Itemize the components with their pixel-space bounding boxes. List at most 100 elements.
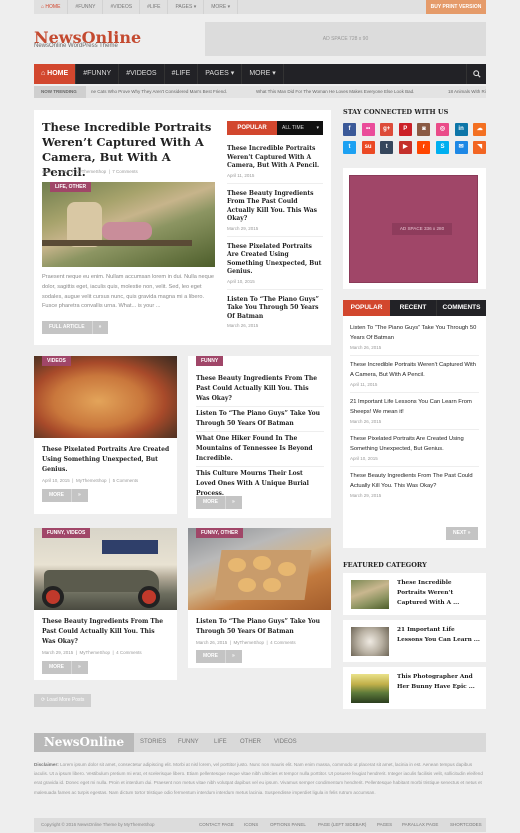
youtube-icon[interactable]: ▶ (398, 141, 412, 154)
bottom-link[interactable]: OPTIONS PANEL (270, 818, 306, 832)
featured-image[interactable] (42, 182, 215, 267)
list-item[interactable]: Listen To “The Piano Guys” Take You Thro… (196, 406, 324, 431)
trending-item[interactable]: 18 Animals With Ri (448, 86, 486, 98)
post-image[interactable] (34, 356, 177, 438)
reddit-icon[interactable]: r (417, 141, 431, 154)
topbar-life[interactable]: #LIFE (140, 0, 169, 14)
buy-print-button[interactable]: BUY PRINT VERSION (426, 0, 486, 14)
email-icon[interactable]: ✉ (454, 141, 468, 154)
post-title[interactable]: These Beauty Ingredients From The Past C… (42, 617, 170, 647)
tab-comments[interactable]: COMMENTS (437, 300, 486, 316)
category-badge[interactable]: LIFE, OTHER (50, 182, 92, 192)
bottom-link[interactable]: PAGES (377, 818, 392, 832)
twitter-icon[interactable]: t (343, 141, 356, 154)
stumbleupon-icon[interactable]: su (361, 141, 375, 154)
footer-link[interactable]: STORIES (140, 733, 166, 752)
ad-banner-top[interactable]: AD SPACE 728 x 90 (205, 22, 486, 56)
time-filter-select[interactable]: ALL TIME ▾ (277, 121, 323, 135)
instagram-icon[interactable]: ◙ (417, 123, 431, 136)
featured-item-title[interactable]: These Incredible Portraits Weren’t Captu… (397, 578, 481, 608)
bottom-link[interactable]: PARALLAX PAGE (402, 818, 438, 832)
nav-more[interactable]: MORE ▾ (242, 64, 284, 84)
soundcloud-icon[interactable]: ☁ (473, 123, 487, 136)
main-nav: ⌂ HOME #FUNNY #VIDEOS #LIFE PAGES ▾ MORE… (34, 64, 486, 84)
image-sign (102, 540, 158, 554)
flickr-icon[interactable]: •• (361, 123, 375, 136)
skype-icon[interactable]: S (436, 141, 449, 154)
popular-item[interactable]: These Beauty Ingredients From The Past C… (227, 182, 323, 236)
tab-recent[interactable]: RECENT (390, 300, 437, 316)
nav-funny[interactable]: #FUNNY (76, 64, 120, 84)
search-icon (472, 70, 481, 78)
category-badge[interactable]: FUNNY (196, 356, 224, 366)
footer-link[interactable]: OTHER (240, 733, 261, 752)
popular-tab[interactable]: POPULAR (227, 121, 277, 135)
nav-home[interactable]: ⌂ HOME (34, 64, 77, 84)
popular-item[interactable]: These Incredible Portraits Weren't Captu… (227, 145, 323, 183)
nav-videos[interactable]: #VIDEOS (119, 64, 165, 84)
nav-pages[interactable]: PAGES ▾ (198, 64, 243, 84)
list-item[interactable]: These Pixelated Portraits Are Created Us… (350, 429, 479, 466)
bottom-link[interactable]: ICONS (244, 818, 258, 832)
footer-link[interactable]: VIDEOS (274, 733, 297, 752)
category-badge[interactable]: FUNNY, OTHER (196, 528, 243, 538)
next-button[interactable]: NEXT » (446, 527, 478, 540)
featured-category-item[interactable]: 21 Important Life Lessons You Can Learn … (343, 620, 486, 662)
popular-item[interactable]: These Pixelated Portraits Are Created Us… (227, 235, 323, 289)
thumbnail[interactable] (351, 627, 389, 656)
more-button[interactable]: MORE» (196, 496, 242, 509)
post-image[interactable] (34, 528, 177, 610)
list-item[interactable]: These Beauty Ingredients From The Past C… (350, 466, 479, 503)
topbar-pages[interactable]: PAGES ▾ (168, 0, 205, 14)
google-plus-icon[interactable]: g+ (380, 123, 394, 136)
bottom-link[interactable]: SHORTCODES (450, 818, 482, 832)
bottom-link[interactable]: CONTACT PAGE (199, 818, 234, 832)
thumbnail[interactable] (351, 580, 389, 609)
topbar-videos[interactable]: #VIDEOS (103, 0, 141, 14)
list-item[interactable]: Listen To “The Piano Guys” Take You Thro… (350, 324, 479, 355)
list-item[interactable]: These Incredible Portraits Weren't Captu… (350, 355, 479, 392)
post-image[interactable] (188, 528, 331, 610)
list-item[interactable]: These Beauty Ingredients From The Past C… (196, 374, 324, 406)
load-more-button[interactable]: ⟳ Load More Posts (34, 694, 92, 707)
tumblr-icon[interactable]: t (380, 141, 394, 154)
topbar-more[interactable]: MORE ▾ (204, 0, 239, 14)
post-title[interactable]: These Pixelated Portraits Are Created Us… (42, 445, 170, 475)
more-button[interactable]: MORE» (42, 661, 88, 674)
bottom-link[interactable]: PAGE (LEFT SIDEBAR) (318, 818, 366, 832)
post-meta: April 10, 2015 | MyThemeShop | 5 Comment… (42, 478, 139, 483)
topbar-home[interactable]: ⌂ HOME (34, 0, 69, 14)
footer-link[interactable]: LIFE (214, 733, 227, 752)
thumbnail[interactable] (351, 674, 389, 703)
post-title[interactable]: Listen To “The Piano Guys” Take You Thro… (196, 617, 324, 637)
ad-box[interactable]: AD SPACE 336 x 280 (349, 175, 478, 283)
featured-item-title[interactable]: This Photographer And Her Bunny Have Epi… (397, 672, 481, 692)
facebook-icon[interactable]: f (343, 123, 356, 136)
featured-comments[interactable]: 7 Comments (112, 169, 138, 174)
nav-life[interactable]: #LIFE (165, 64, 199, 84)
footer-link[interactable]: FUNNY (178, 733, 199, 752)
more-button[interactable]: MORE» (42, 489, 88, 502)
topbar-funny[interactable]: #FUNNY (68, 0, 104, 14)
featured-item-title[interactable]: 21 Important Life Lessons You Can Learn … (397, 625, 481, 645)
category-badge[interactable]: VIDEOS (42, 356, 71, 366)
featured-author[interactable]: MyThemeShop (76, 169, 107, 174)
more-button[interactable]: MORE» (196, 650, 242, 663)
tab-popular[interactable]: POPULAR (343, 300, 390, 316)
trending-item[interactable]: What This Man Did For The Woman He Loves… (256, 86, 414, 98)
featured-category-item[interactable]: These Incredible Portraits Weren’t Captu… (343, 573, 486, 615)
popular-item[interactable]: Listen To “The Piano Guys” Take You Thro… (227, 288, 323, 334)
list-item[interactable]: What One Hiker Found In The Mountains of… (196, 431, 324, 466)
list-item[interactable]: 21 Important Life Lessons You Can Learn … (350, 392, 479, 429)
footer-logo[interactable]: NewsOnline (34, 733, 134, 752)
linkedin-icon[interactable]: in (454, 123, 468, 136)
pinterest-icon[interactable]: P (398, 123, 412, 136)
search-button[interactable] (466, 64, 486, 84)
dribbble-icon[interactable]: ◎ (436, 123, 449, 136)
category-badge[interactable]: FUNNY, VIDEOS (42, 528, 91, 538)
rss-icon[interactable]: ◥ (473, 141, 487, 154)
ad-box-label: AD SPACE 336 x 280 (392, 223, 452, 235)
featured-category-item[interactable]: This Photographer And Her Bunny Have Epi… (343, 667, 486, 709)
full-article-button[interactable]: FULL ARTICLE» (42, 321, 109, 334)
trending-item[interactable]: ne Cats Who Prove Why They Aren't Consid… (91, 86, 227, 98)
